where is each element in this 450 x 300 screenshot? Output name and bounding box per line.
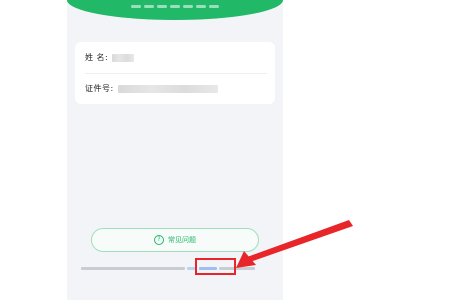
screenshot-stage: 姓 名: 证件号: ? 常见问题 <box>0 0 450 300</box>
annotation-arrow <box>236 220 353 268</box>
